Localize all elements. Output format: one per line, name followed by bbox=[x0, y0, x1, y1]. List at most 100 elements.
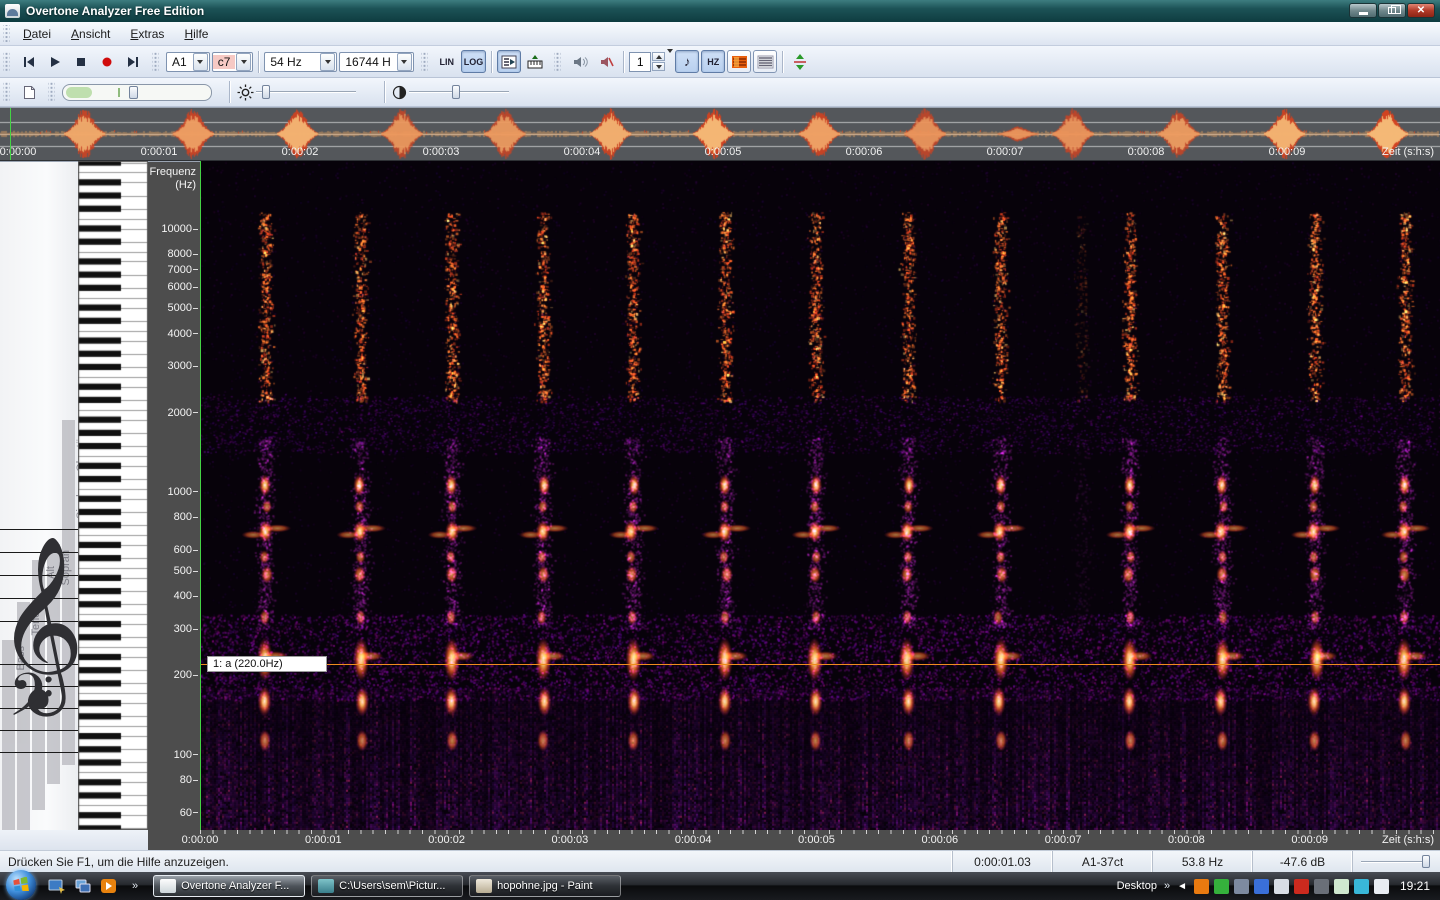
start-button[interactable] bbox=[6, 870, 36, 900]
scissors-icon[interactable] bbox=[1274, 879, 1289, 894]
pitch-marker-label[interactable]: 1: a (220.0Hz) bbox=[207, 656, 327, 672]
minimize-button[interactable] bbox=[1349, 3, 1377, 18]
log-scale-button[interactable]: LOG bbox=[461, 50, 487, 73]
power-plug-icon[interactable] bbox=[1334, 879, 1349, 894]
menu-item-datei[interactable]: Datei bbox=[13, 24, 61, 44]
task-button[interactable]: C:\Users\sem\Pictur... bbox=[311, 875, 463, 897]
frequency-tick-label: 3000 bbox=[150, 360, 198, 372]
hz-display-button[interactable]: HZ bbox=[701, 50, 725, 73]
window-title: Overtone Analyzer Free Edition bbox=[26, 4, 204, 18]
status-time: 0:00:01.03 bbox=[952, 851, 1052, 872]
close-button[interactable]: ✕ bbox=[1407, 3, 1435, 18]
overview-axis-caption: Zeit (s:h:s) bbox=[1382, 146, 1434, 158]
time-axis-label: 0:00:02 bbox=[428, 834, 465, 846]
low-note-combobox[interactable]: A1 bbox=[166, 52, 210, 72]
show-desktop-icon[interactable] bbox=[48, 878, 66, 894]
time-axis-label: 0:00:04 bbox=[675, 834, 712, 846]
switch-windows-icon[interactable] bbox=[74, 878, 92, 894]
toolbar-grip bbox=[554, 51, 561, 73]
skip-end-button[interactable] bbox=[121, 50, 145, 73]
low-frequency-combobox[interactable]: 54 Hz bbox=[264, 52, 337, 72]
time-axis-label: 0:00:09 bbox=[1291, 834, 1328, 846]
marker-number-spinner[interactable]: 1 bbox=[629, 52, 673, 72]
menu-item-hilfe[interactable]: Hilfe bbox=[174, 24, 218, 44]
playback-cursor[interactable] bbox=[10, 108, 11, 160]
time-axis: 0:00:000:00:010:00:020:00:030:00:040:00:… bbox=[0, 830, 1440, 850]
mute-button[interactable] bbox=[594, 50, 618, 73]
stop-button[interactable] bbox=[69, 50, 93, 73]
new-document-button[interactable] bbox=[17, 81, 41, 104]
media-player-icon[interactable] bbox=[100, 878, 118, 894]
scroll-mode-button[interactable] bbox=[497, 50, 521, 73]
tools-icon[interactable] bbox=[1254, 879, 1269, 894]
frequency-tick-label: 8000 bbox=[150, 248, 198, 260]
frequency-tick-label: 5000 bbox=[150, 302, 198, 314]
time-axis-label: 0:00:00 bbox=[182, 834, 219, 846]
app-icon bbox=[5, 4, 20, 18]
waterfall-view-button[interactable] bbox=[753, 50, 777, 73]
pitch-marker-line[interactable] bbox=[200, 664, 1440, 665]
note-display-button[interactable]: ♪ bbox=[675, 50, 699, 73]
frequency-tick-label: 6000 bbox=[150, 281, 198, 293]
frequency-tick-label: 2000 bbox=[150, 407, 198, 419]
frequency-tick-label: 300 bbox=[150, 623, 198, 635]
desktop-chevron[interactable]: » bbox=[1164, 880, 1170, 892]
gear-icon[interactable] bbox=[1234, 879, 1249, 894]
coffee-cup-icon[interactable] bbox=[1194, 879, 1209, 894]
vocal-ranges-panel: Singbare ObertöneSopranAltTenorBass𝄞𝄢 bbox=[0, 161, 78, 830]
network-icon[interactable] bbox=[1354, 879, 1369, 894]
overview-time-label: 0:00:03 bbox=[423, 146, 460, 158]
input-level-meter[interactable] bbox=[62, 84, 212, 101]
overview-time-label: 0:00:09 bbox=[1269, 146, 1306, 158]
frequency-tick-label: 400 bbox=[150, 590, 198, 602]
status-help-text: Drücken Sie F1, um die Hilfe anzuzeigen. bbox=[0, 855, 952, 869]
quick-launch-overflow-chevron[interactable]: » bbox=[132, 880, 138, 892]
desktop-toolbar-label[interactable]: Desktop bbox=[1117, 880, 1157, 892]
speaker-button[interactable] bbox=[568, 50, 592, 73]
title-bar: Overtone Analyzer Free Edition ✕ bbox=[0, 0, 1440, 22]
menu-item-extras[interactable]: Extras bbox=[120, 24, 174, 44]
taskbar-clock[interactable]: 19:21 bbox=[1400, 879, 1430, 893]
piano-range-button[interactable] bbox=[523, 50, 547, 73]
task-button[interactable]: Overtone Analyzer F... bbox=[153, 875, 305, 897]
status-level: -47.6 dB bbox=[1252, 851, 1352, 872]
toolbar-grip bbox=[48, 82, 55, 102]
task-button[interactable]: hopohne.jpg - Paint bbox=[469, 875, 621, 897]
overview-time-label: 0:00:06 bbox=[846, 146, 883, 158]
linear-scale-button[interactable]: LIN bbox=[435, 50, 459, 73]
menu-bar: DateiAnsichtExtrasHilfe bbox=[0, 22, 1440, 46]
frequency-tick-label: 4000 bbox=[150, 328, 198, 340]
brightness-slider[interactable] bbox=[256, 82, 356, 102]
high-note-combobox[interactable]: c7 bbox=[212, 52, 254, 72]
frequency-tick-label: 600 bbox=[150, 544, 198, 556]
record-button[interactable] bbox=[95, 50, 119, 73]
green-check-icon[interactable] bbox=[1214, 879, 1229, 894]
overview-time-label: 0:00:08 bbox=[1128, 146, 1165, 158]
status-zoom-slider[interactable] bbox=[1352, 851, 1440, 872]
high-frequency-combobox[interactable]: 16744 H bbox=[339, 52, 413, 72]
volume-icon[interactable] bbox=[1374, 879, 1389, 894]
contrast-slider[interactable] bbox=[409, 82, 509, 102]
split-view-button[interactable] bbox=[788, 50, 812, 73]
toolbar-secondary bbox=[0, 78, 1440, 107]
waveform-overview[interactable]: 0:00:000:00:010:00:020:00:030:00:040:00:… bbox=[0, 107, 1440, 161]
restore-button[interactable] bbox=[1378, 3, 1406, 18]
skip-start-button[interactable] bbox=[17, 50, 41, 73]
status-note: A1-37ct bbox=[1052, 851, 1152, 872]
time-axis-label: 0:00:08 bbox=[1168, 834, 1205, 846]
spectrogram-cursor[interactable] bbox=[200, 161, 201, 830]
tray-expand-arrow[interactable]: ◄ bbox=[1177, 881, 1187, 892]
spectrogram-canvas[interactable] bbox=[200, 161, 1440, 830]
staff-line bbox=[0, 752, 78, 753]
status-frequency: 53.8 Hz bbox=[1152, 851, 1252, 872]
application-window: Overtone Analyzer Free Edition ✕ DateiAn… bbox=[0, 0, 1440, 900]
monitor-icon[interactable] bbox=[1314, 879, 1329, 894]
spectrogram-view-button[interactable] bbox=[727, 50, 751, 73]
play-button[interactable] bbox=[43, 50, 67, 73]
frequency-tick-label: 1000 bbox=[150, 486, 198, 498]
blocked-icon[interactable] bbox=[1294, 879, 1309, 894]
task-button-label: Overtone Analyzer F... bbox=[181, 880, 289, 892]
spectrogram-view[interactable]: 1: a (220.0Hz) bbox=[200, 161, 1440, 830]
piano-keyboard[interactable] bbox=[78, 161, 148, 830]
menu-item-ansicht[interactable]: Ansicht bbox=[61, 24, 120, 44]
